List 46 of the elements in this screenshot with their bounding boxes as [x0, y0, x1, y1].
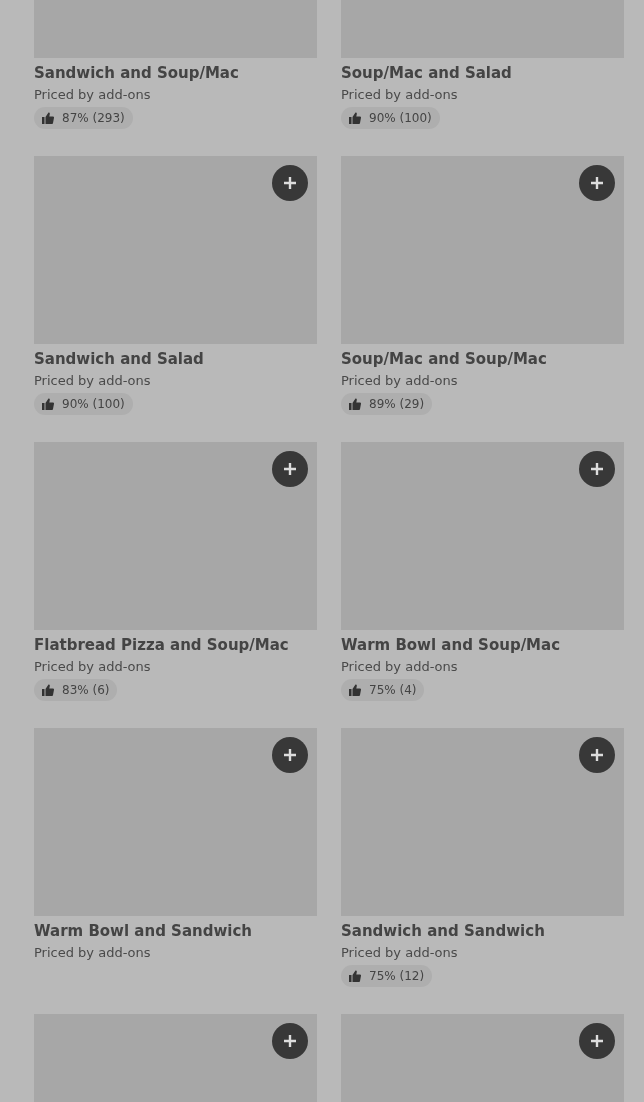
thumbs-up-icon [42, 684, 54, 696]
item-price-note: Priced by add-ons [341, 373, 459, 388]
thumbs-up-icon [42, 398, 54, 410]
add-button[interactable] [272, 1023, 308, 1059]
plus-icon [590, 1034, 604, 1048]
item-price-note: Priced by add-ons [34, 945, 152, 960]
add-button[interactable] [272, 165, 308, 201]
plus-icon [283, 1034, 297, 1048]
item-title: Warm Bowl and Soup/Mac [341, 636, 562, 654]
item-title: Soup/Mac and Soup/Mac [341, 350, 548, 368]
rating-text: 90% (100) [369, 111, 432, 125]
add-button[interactable] [272, 451, 308, 487]
add-button[interactable] [579, 737, 615, 773]
thumbs-up-icon [349, 398, 361, 410]
item-price-note: Priced by add-ons [34, 373, 152, 388]
plus-icon [283, 462, 297, 476]
rating-text: 83% (6) [62, 683, 110, 697]
add-button[interactable] [579, 1023, 615, 1059]
item-price-note: Priced by add-ons [34, 87, 152, 102]
item-price-note: Priced by add-ons [34, 659, 152, 674]
item-title: Sandwich and Salad [34, 350, 205, 368]
item-title: Soup/Mac and Salad [341, 64, 513, 82]
rating-text: 75% (12) [369, 969, 425, 983]
plus-icon [283, 748, 297, 762]
plus-icon [283, 176, 297, 190]
thumbs-up-icon [42, 112, 54, 124]
plus-icon [590, 176, 604, 190]
rating-text: 87% (293) [62, 111, 125, 125]
thumbs-up-icon [349, 112, 361, 124]
item-title: Flatbread Pizza and Soup/Mac [34, 636, 290, 654]
item-title: Sandwich and Soup/Mac [34, 64, 240, 82]
thumbs-up-icon [349, 970, 361, 982]
add-button[interactable] [579, 165, 615, 201]
item-title: Warm Bowl and Sandwich [34, 922, 253, 940]
rating-text: 75% (4) [369, 683, 417, 697]
item-price-note: Priced by add-ons [341, 945, 459, 960]
rating-text: 90% (100) [62, 397, 125, 411]
thumbs-up-icon [349, 684, 361, 696]
rating-text: 89% (29) [369, 397, 425, 411]
item-price-note: Priced by add-ons [341, 87, 459, 102]
item-title: Sandwich and Sandwich [341, 922, 546, 940]
add-button[interactable] [272, 737, 308, 773]
add-button[interactable] [579, 451, 615, 487]
plus-icon [590, 462, 604, 476]
item-price-note: Priced by add-ons [341, 659, 459, 674]
plus-icon [590, 748, 604, 762]
